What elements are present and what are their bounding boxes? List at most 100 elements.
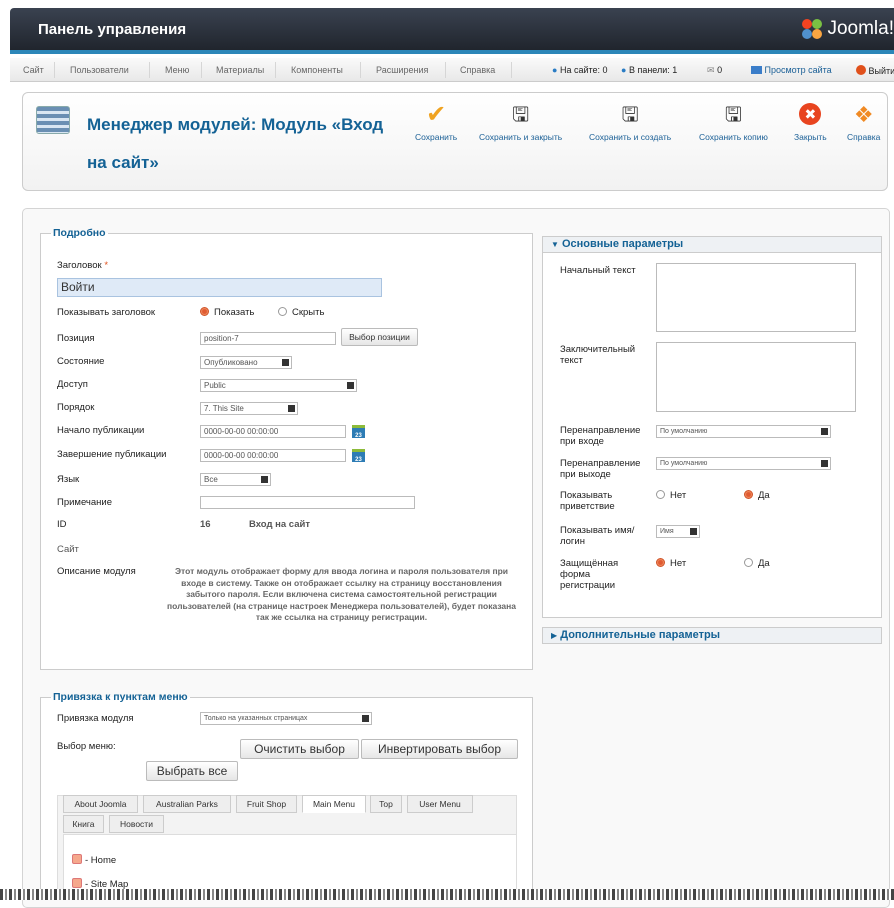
logo-text: Joomla! xyxy=(827,18,894,39)
tab-news[interactable]: Новости xyxy=(109,815,164,833)
menu-item-site[interactable]: Сайт xyxy=(23,65,44,75)
module-description: Этот модуль отображает форму для ввода л… xyxy=(166,566,517,623)
language-label: Язык xyxy=(57,474,80,485)
users-icon: ● xyxy=(552,65,558,75)
menu-item-home-checkbox[interactable]: - Home xyxy=(72,854,116,866)
monitor-icon xyxy=(751,66,762,74)
state-select[interactable]: Опубликовано xyxy=(200,356,292,369)
tab-book[interactable]: Книга xyxy=(63,815,104,833)
client-site-label: Сайт xyxy=(57,544,79,555)
tab-main-menu[interactable]: Main Menu xyxy=(302,795,366,813)
basic-options-header[interactable]: ▼ Основные параметры xyxy=(542,236,882,253)
status-strip xyxy=(0,889,894,900)
close-icon: ✖ xyxy=(799,103,822,125)
module-assignment-label: Привязка модуля xyxy=(57,713,134,724)
details-legend: Подробно xyxy=(53,227,106,239)
show-name-select[interactable]: Имя xyxy=(656,525,700,538)
position-label: Позиция xyxy=(57,333,95,344)
menu-assignment-legend: Привязка к пунктам меню xyxy=(53,691,188,703)
close-button[interactable]: ✖ Закрыть xyxy=(794,103,827,142)
pretext-textarea[interactable] xyxy=(656,263,856,332)
save-close-button[interactable]: 🖫 Сохранить и закрыть xyxy=(479,103,562,142)
menu-item-extensions[interactable]: Расширения xyxy=(376,65,428,75)
access-select[interactable]: Public xyxy=(200,379,357,392)
show-title-label: Показывать заголовок xyxy=(57,307,156,318)
select-position-button[interactable]: Выбор позиции xyxy=(341,328,418,346)
position-input[interactable]: position-7 xyxy=(200,332,336,345)
checkmark-icon: ✔ xyxy=(426,101,447,128)
ordering-label: Порядок xyxy=(57,402,95,413)
checkbox-checked-icon xyxy=(72,854,82,864)
logout-link[interactable]: Выйти xyxy=(856,65,894,76)
invert-selection-button[interactable]: Инвертировать выбор xyxy=(361,739,518,759)
view-site-link[interactable]: Просмотр сайта xyxy=(751,65,832,75)
show-title-yes-radio[interactable]: Показать xyxy=(200,307,254,318)
id-label: ID xyxy=(57,519,67,530)
secure-yes-radio[interactable]: Да xyxy=(744,558,770,569)
panel-users-status: ● В панели: 1 xyxy=(621,65,678,75)
menu-items-panel xyxy=(63,834,517,895)
menu-item-help[interactable]: Справка xyxy=(460,65,495,75)
calendar-icon[interactable]: 23 xyxy=(352,449,365,463)
tab-top[interactable]: Top xyxy=(370,795,402,813)
publish-up-input[interactable]: 0000-00-00 00:00:00 xyxy=(200,425,346,438)
help-button[interactable]: ❖ Справка xyxy=(847,102,880,143)
id-value: 16 xyxy=(200,519,211,530)
secure-no-radio[interactable]: Нет xyxy=(656,558,686,569)
language-select[interactable]: Все xyxy=(200,473,271,486)
module-manager-icon xyxy=(36,106,70,134)
help-icon: ❖ xyxy=(853,102,874,127)
title-label: Заголовок * xyxy=(57,260,109,271)
save-new-button[interactable]: 🖫 Сохранить и создать xyxy=(589,103,671,142)
note-label: Примечание xyxy=(57,497,112,508)
publish-up-label: Начало публикации xyxy=(57,425,145,436)
triangle-down-icon: ▼ xyxy=(551,240,559,249)
menu-item-components[interactable]: Компоненты xyxy=(291,65,343,75)
login-redirect-label: Перенаправление при входе xyxy=(560,425,641,447)
title-input[interactable]: Войти xyxy=(57,278,382,297)
admin-header: Панель управления Joomla! xyxy=(10,8,894,54)
access-label: Доступ xyxy=(57,379,88,390)
logout-redirect-select[interactable]: По умолчанию xyxy=(656,457,831,470)
select-all-button[interactable]: Выбрать все xyxy=(146,761,238,781)
module-assignment-select[interactable]: Только на указанных страницах xyxy=(200,712,372,725)
module-type-name: Вход на сайт xyxy=(249,519,310,530)
online-users-status: ● На сайте: 0 xyxy=(552,65,608,75)
login-redirect-select[interactable]: По умолчанию xyxy=(656,425,831,438)
power-icon xyxy=(856,65,866,75)
greeting-yes-radio[interactable]: Да xyxy=(744,490,770,501)
mail-icon: ✉ xyxy=(707,65,715,75)
note-input[interactable] xyxy=(200,496,415,509)
show-title-no-radio[interactable]: Скрыть xyxy=(278,307,324,318)
clear-selection-button[interactable]: Очистить выбор xyxy=(240,739,359,759)
menu-item-menus[interactable]: Меню xyxy=(165,65,189,75)
menu-item-content[interactable]: Материалы xyxy=(216,65,264,75)
save-button[interactable]: ✔ Сохранить xyxy=(415,101,457,143)
joomla-logo-icon xyxy=(802,19,823,39)
tab-about-joomla[interactable]: About Joomla xyxy=(63,795,138,813)
secure-form-label: Защищённая форма регистрации xyxy=(560,558,619,591)
triangle-right-icon: ▶ xyxy=(551,631,558,640)
messages-status[interactable]: ✉ 0 xyxy=(707,65,722,76)
menu-item-users[interactable]: Пользователи xyxy=(70,65,129,75)
pretext-label: Начальный текст xyxy=(560,265,636,276)
ordering-select[interactable]: 7. This Site xyxy=(200,402,298,415)
tab-user-menu[interactable]: User Menu xyxy=(407,795,473,813)
greeting-no-radio[interactable]: Нет xyxy=(656,490,686,501)
tab-fruit-shop[interactable]: Fruit Shop xyxy=(236,795,297,813)
posttext-label: Заключительный текст xyxy=(560,344,636,366)
header-title: Панель управления xyxy=(38,21,187,38)
tab-australian-parks[interactable]: Australian Parks xyxy=(143,795,231,813)
publish-down-label: Завершение публикации xyxy=(57,449,167,460)
advanced-options-header[interactable]: ▶ Дополнительные параметры xyxy=(542,627,882,644)
floppy-plus-icon: 🖫 xyxy=(621,104,639,126)
floppy-icon: 🖫 xyxy=(512,104,530,126)
calendar-icon[interactable]: 23 xyxy=(352,425,365,439)
save-copy-button[interactable]: 🖫 Сохранить копию xyxy=(699,103,768,142)
joomla-logo[interactable]: Joomla! xyxy=(801,18,894,40)
publish-down-input[interactable]: 0000-00-00 00:00:00 xyxy=(200,449,346,462)
posttext-textarea[interactable] xyxy=(656,342,856,412)
state-label: Состояние xyxy=(57,356,105,367)
description-label: Описание модуля xyxy=(57,566,136,577)
menu-selection-label: Выбор меню: xyxy=(57,741,116,752)
